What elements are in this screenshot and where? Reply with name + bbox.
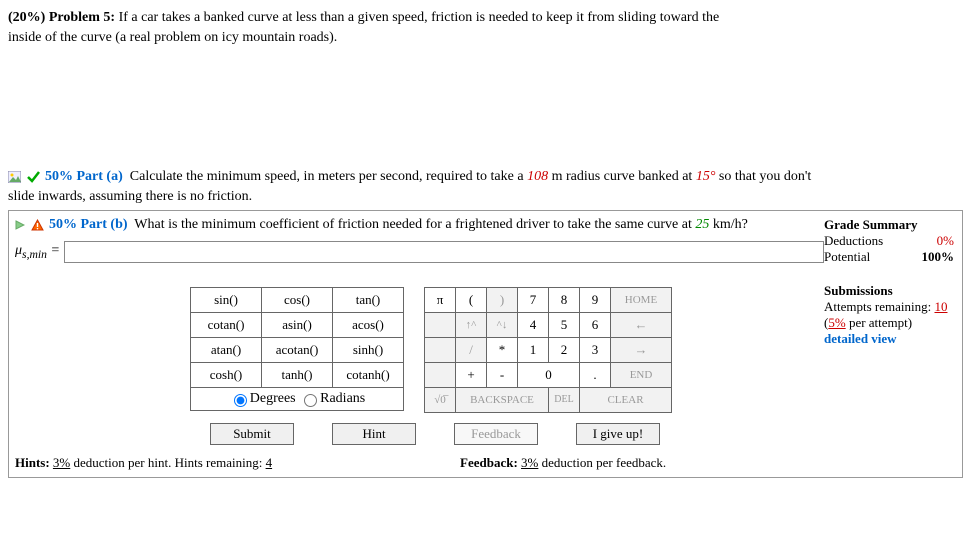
key-acotan[interactable]: acotan() bbox=[262, 337, 333, 362]
deductions-label: Deductions bbox=[824, 233, 883, 249]
key-1[interactable]: 1 bbox=[518, 337, 549, 362]
work-panel: 50% Part (b) What is the minimum coeffic… bbox=[8, 210, 963, 478]
part-a-percent: 50% bbox=[45, 169, 73, 184]
key-tan[interactable]: tan() bbox=[333, 287, 404, 312]
problem-label: Problem 5: bbox=[49, 10, 115, 25]
potential-label: Potential bbox=[824, 249, 870, 265]
key-empty3 bbox=[425, 362, 456, 387]
per-attempt-line: (5% per attempt) bbox=[824, 315, 954, 331]
grade-summary: Grade Summary Deductions 0% Potential 100%… bbox=[824, 217, 954, 347]
key-backspace[interactable]: BACKSPACE bbox=[456, 387, 549, 412]
problem-text1: If a car takes a banked curve at less th… bbox=[119, 10, 720, 25]
part-a-angle: 15° bbox=[696, 169, 716, 184]
function-keypad: sin()cos()tan() cotan()asin()acos() atan… bbox=[190, 287, 404, 413]
key-del[interactable]: DEL bbox=[549, 387, 580, 412]
part-b-line: 50% Part (b) What is the minimum coeffic… bbox=[15, 215, 956, 235]
key-6[interactable]: 6 bbox=[580, 312, 611, 337]
submissions-title: Submissions bbox=[824, 283, 954, 299]
hints-footer: Hints: 3% deduction per hint. Hints rema… bbox=[15, 455, 460, 471]
image-icon[interactable] bbox=[8, 171, 21, 183]
key-cosh[interactable]: cosh() bbox=[191, 362, 262, 387]
key-4[interactable]: 4 bbox=[518, 312, 549, 337]
key-cotanh[interactable]: cotanh() bbox=[333, 362, 404, 387]
warn-icon bbox=[31, 219, 44, 231]
key-div[interactable]: / bbox=[456, 337, 487, 362]
radians-option[interactable]: Radians bbox=[299, 391, 365, 406]
key-asin[interactable]: asin() bbox=[262, 312, 333, 337]
key-mul[interactable]: * bbox=[487, 337, 518, 362]
key-sinh[interactable]: sinh() bbox=[333, 337, 404, 362]
key-lparen[interactable]: ( bbox=[456, 287, 487, 312]
giveup-button[interactable]: I give up! bbox=[576, 423, 660, 445]
key-pi[interactable]: π bbox=[425, 287, 456, 312]
key-sqrt[interactable]: √0̅ bbox=[425, 387, 456, 412]
part-b-text-after: km/h? bbox=[709, 217, 748, 232]
key-empty2 bbox=[425, 337, 456, 362]
part-a-label: Part (a) bbox=[77, 169, 123, 184]
key-down[interactable]: ^↓ bbox=[487, 312, 518, 337]
degrees-option[interactable]: Degrees bbox=[229, 391, 296, 406]
problem-percent: (20%) bbox=[8, 10, 45, 25]
part-a-text-before: Calculate the minimum speed, in meters p… bbox=[130, 169, 527, 184]
key-plus[interactable]: + bbox=[456, 362, 487, 387]
submit-button[interactable]: Submit bbox=[210, 423, 294, 445]
key-0[interactable]: 0 bbox=[518, 362, 580, 387]
key-2[interactable]: 2 bbox=[549, 337, 580, 362]
key-rparen[interactable]: ) bbox=[487, 287, 518, 312]
key-8[interactable]: 8 bbox=[549, 287, 580, 312]
key-7[interactable]: 7 bbox=[518, 287, 549, 312]
feedback-footer: Feedback: 3% deduction per feedback. bbox=[460, 455, 956, 471]
key-empty1 bbox=[425, 312, 456, 337]
part-b-speed: 25 bbox=[695, 217, 709, 232]
button-row: Submit Hint Feedback I give up! bbox=[210, 423, 956, 445]
key-minus[interactable]: - bbox=[487, 362, 518, 387]
hint-button[interactable]: Hint bbox=[332, 423, 416, 445]
key-dot[interactable]: . bbox=[580, 362, 611, 387]
problem-header: (20%) Problem 5: If a car takes a banked… bbox=[8, 8, 963, 47]
feedback-button: Feedback bbox=[454, 423, 538, 445]
key-cos[interactable]: cos() bbox=[262, 287, 333, 312]
angle-mode-row: Degrees Radians bbox=[190, 388, 404, 411]
key-atan[interactable]: atan() bbox=[191, 337, 262, 362]
answer-prefix: μs,min = bbox=[15, 243, 60, 261]
key-cotan[interactable]: cotan() bbox=[191, 312, 262, 337]
key-up[interactable]: ↑^ bbox=[456, 312, 487, 337]
check-icon bbox=[27, 170, 40, 183]
part-a-text-line2: slide inwards, assuming there is no fric… bbox=[8, 189, 252, 204]
key-tanh[interactable]: tanh() bbox=[262, 362, 333, 387]
deductions-val: 0% bbox=[937, 233, 954, 249]
potential-val: 100% bbox=[922, 249, 955, 265]
key-end[interactable]: END bbox=[611, 362, 672, 387]
answer-row: μs,min = bbox=[15, 241, 956, 263]
key-3[interactable]: 3 bbox=[580, 337, 611, 362]
footer-row: Hints: 3% deduction per hint. Hints rema… bbox=[15, 455, 956, 471]
grade-title: Grade Summary bbox=[824, 217, 954, 233]
play-icon[interactable] bbox=[15, 220, 25, 230]
key-sin[interactable]: sin() bbox=[191, 287, 262, 312]
part-b-text-before: What is the minimum coefficient of frict… bbox=[134, 217, 695, 232]
part-b-label: Part (b) bbox=[81, 217, 128, 232]
part-a-text-mid: m radius curve banked at bbox=[548, 169, 696, 184]
numeric-keypad: π ( ) 7 8 9 HOME ↑^ ^↓ 4 5 6 ← bbox=[424, 287, 672, 413]
part-a-text-after: so that you don't bbox=[715, 169, 811, 184]
problem-text2: inside of the curve (a real problem on i… bbox=[8, 30, 337, 45]
attempts-line: Attempts remaining: 10 bbox=[824, 299, 954, 315]
key-acos[interactable]: acos() bbox=[333, 312, 404, 337]
part-a-line: 50% Part (a) Calculate the minimum speed… bbox=[8, 167, 963, 206]
key-5[interactable]: 5 bbox=[549, 312, 580, 337]
answer-input[interactable] bbox=[64, 241, 824, 263]
part-a-radius: 108 bbox=[527, 169, 548, 184]
key-left[interactable]: ← bbox=[611, 312, 672, 337]
key-right[interactable]: → bbox=[611, 337, 672, 362]
key-clear[interactable]: CLEAR bbox=[580, 387, 672, 412]
key-9[interactable]: 9 bbox=[580, 287, 611, 312]
detailed-view-link[interactable]: detailed view bbox=[824, 331, 954, 347]
part-b-percent: 50% bbox=[49, 217, 77, 232]
key-home[interactable]: HOME bbox=[611, 287, 672, 312]
